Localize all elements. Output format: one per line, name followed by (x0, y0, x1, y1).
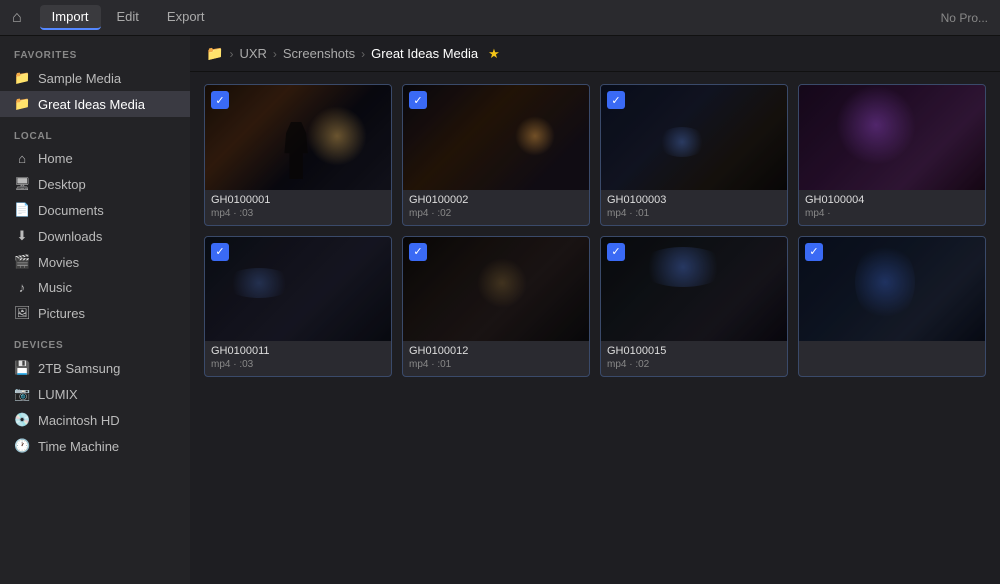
checkbox-gh0100001[interactable]: ✓ (211, 91, 229, 109)
sidebar-item-downloads[interactable]: ⬇ Downloads (0, 223, 190, 249)
sidebar-item-home[interactable]: ⌂ Home (0, 146, 190, 171)
media-meta: mp4 · :02 (607, 359, 781, 370)
breadcrumb-uxr[interactable]: UXR (239, 46, 266, 61)
folder-icon: 📁 (14, 70, 30, 86)
media-card-partial-row2[interactable]: ✓ (798, 236, 986, 378)
sidebar-item-label: Macintosh HD (38, 413, 120, 428)
tab-edit[interactable]: Edit (105, 5, 151, 30)
checkbox-gh0100011[interactable]: ✓ (211, 243, 229, 261)
home-icon: ⌂ (14, 151, 30, 166)
desktop-icon: 🖥 (14, 176, 30, 192)
movies-icon: 🎬 (14, 254, 30, 270)
main-layout: FAVORITES 📁 Sample Media 📁 Great Ideas M… (0, 36, 1000, 584)
media-meta: mp4 · :02 (409, 208, 583, 219)
favorites-label: FAVORITES (0, 36, 190, 65)
media-card-gh0100015[interactable]: ✓ GH0100015 mp4 · :02 (600, 236, 788, 378)
checkbox-gh0100003[interactable]: ✓ (607, 91, 625, 109)
sidebar-item-label: 2TB Samsung (38, 361, 120, 376)
checkbox-gh0100015[interactable]: ✓ (607, 243, 625, 261)
sidebar-item-samsung[interactable]: 💾 2TB Samsung (0, 355, 190, 381)
disk-icon: 💿 (14, 412, 30, 428)
media-filename: GH0100003 (607, 194, 781, 206)
media-filename: GH0100011 (211, 345, 385, 357)
sidebar-item-label: Time Machine (38, 439, 119, 454)
sidebar-item-pictures[interactable]: 🖼 Pictures (0, 300, 190, 326)
sidebar-item-desktop[interactable]: 🖥 Desktop (0, 171, 190, 197)
sidebar-item-label: Sample Media (38, 71, 121, 86)
sidebar-item-label: Pictures (38, 306, 85, 321)
folder-icon: 📁 (14, 96, 30, 112)
checkbox-partial[interactable]: ✓ (805, 243, 823, 261)
devices-label: DEVICES (0, 326, 190, 355)
time-icon: 🕐 (14, 438, 30, 454)
sidebar: FAVORITES 📁 Sample Media 📁 Great Ideas M… (0, 36, 190, 584)
media-card-gh0100003[interactable]: ✓ GH0100003 mp4 · :01 (600, 84, 788, 226)
local-label: LOCAL (0, 117, 190, 146)
breadcrumb-folder-icon: 📁 (206, 45, 223, 62)
sidebar-item-movies[interactable]: 🎬 Movies (0, 249, 190, 275)
camera-icon: 📷 (14, 386, 30, 402)
sidebar-item-label: Movies (38, 255, 79, 270)
sidebar-item-label: LUMIX (38, 387, 78, 402)
breadcrumb-current[interactable]: Great Ideas Media (371, 46, 478, 61)
media-meta: mp4 · :01 (409, 359, 583, 370)
downloads-icon: ⬇ (14, 228, 30, 244)
media-meta: mp4 · :01 (607, 208, 781, 219)
media-card-gh0100004[interactable]: GH0100004 mp4 · (798, 84, 986, 226)
sidebar-item-documents[interactable]: 📄 Documents (0, 197, 190, 223)
media-meta: mp4 · (805, 208, 979, 219)
content-area: 📁 › UXR › Screenshots › Great Ideas Medi… (190, 36, 1000, 584)
drive-icon: 💾 (14, 360, 30, 376)
sidebar-item-label: Downloads (38, 229, 102, 244)
documents-icon: 📄 (14, 202, 30, 218)
no-proxy-label: No Pro... (941, 11, 988, 25)
media-filename: GH0100004 (805, 194, 979, 206)
sidebar-item-macintosh[interactable]: 💿 Macintosh HD (0, 407, 190, 433)
sidebar-item-label: Home (38, 151, 73, 166)
media-meta: mp4 · :03 (211, 208, 385, 219)
top-nav: Import Edit Export (40, 5, 217, 30)
breadcrumb-screenshots[interactable]: Screenshots (283, 46, 355, 61)
media-filename: GH0100001 (211, 194, 385, 206)
media-card-gh0100001[interactable]: ✓ GH0100001 mp4 · :03 (204, 84, 392, 226)
media-filename: GH0100012 (409, 345, 583, 357)
sidebar-item-music[interactable]: ♪ Music (0, 275, 190, 300)
top-bar: ⌂ Import Edit Export No Pro... (0, 0, 1000, 36)
sidebar-item-label: Desktop (38, 177, 86, 192)
media-card-gh0100012[interactable]: ✓ GH0100012 mp4 · :01 (402, 236, 590, 378)
sidebar-item-label: Documents (38, 203, 104, 218)
sidebar-item-time-machine[interactable]: 🕐 Time Machine (0, 433, 190, 459)
pictures-icon: 🖼 (14, 305, 30, 321)
checkbox-gh0100012[interactable]: ✓ (409, 243, 427, 261)
tab-import[interactable]: Import (40, 5, 101, 30)
sidebar-item-sample-media[interactable]: 📁 Sample Media (0, 65, 190, 91)
sidebar-item-lumix[interactable]: 📷 LUMIX (0, 381, 190, 407)
music-icon: ♪ (14, 280, 30, 295)
media-filename: GH0100002 (409, 194, 583, 206)
sidebar-item-great-ideas-media[interactable]: 📁 Great Ideas Media (0, 91, 190, 117)
media-filename: GH0100015 (607, 345, 781, 357)
sidebar-item-label: Great Ideas Media (38, 97, 145, 112)
media-card-gh0100011[interactable]: ✓ GH0100011 mp4 · :03 (204, 236, 392, 378)
tab-export[interactable]: Export (155, 5, 217, 30)
checkbox-gh0100002[interactable]: ✓ (409, 91, 427, 109)
media-grid: ✓ GH0100001 mp4 · :03 ✓ GH0100002 mp4 · … (190, 72, 1000, 584)
favorite-star-icon[interactable]: ★ (488, 46, 500, 62)
sidebar-item-label: Music (38, 280, 72, 295)
media-card-gh0100002[interactable]: ✓ GH0100002 mp4 · :02 (402, 84, 590, 226)
breadcrumb: 📁 › UXR › Screenshots › Great Ideas Medi… (190, 36, 1000, 72)
home-icon[interactable]: ⌂ (12, 9, 22, 27)
media-meta: mp4 · :03 (211, 359, 385, 370)
